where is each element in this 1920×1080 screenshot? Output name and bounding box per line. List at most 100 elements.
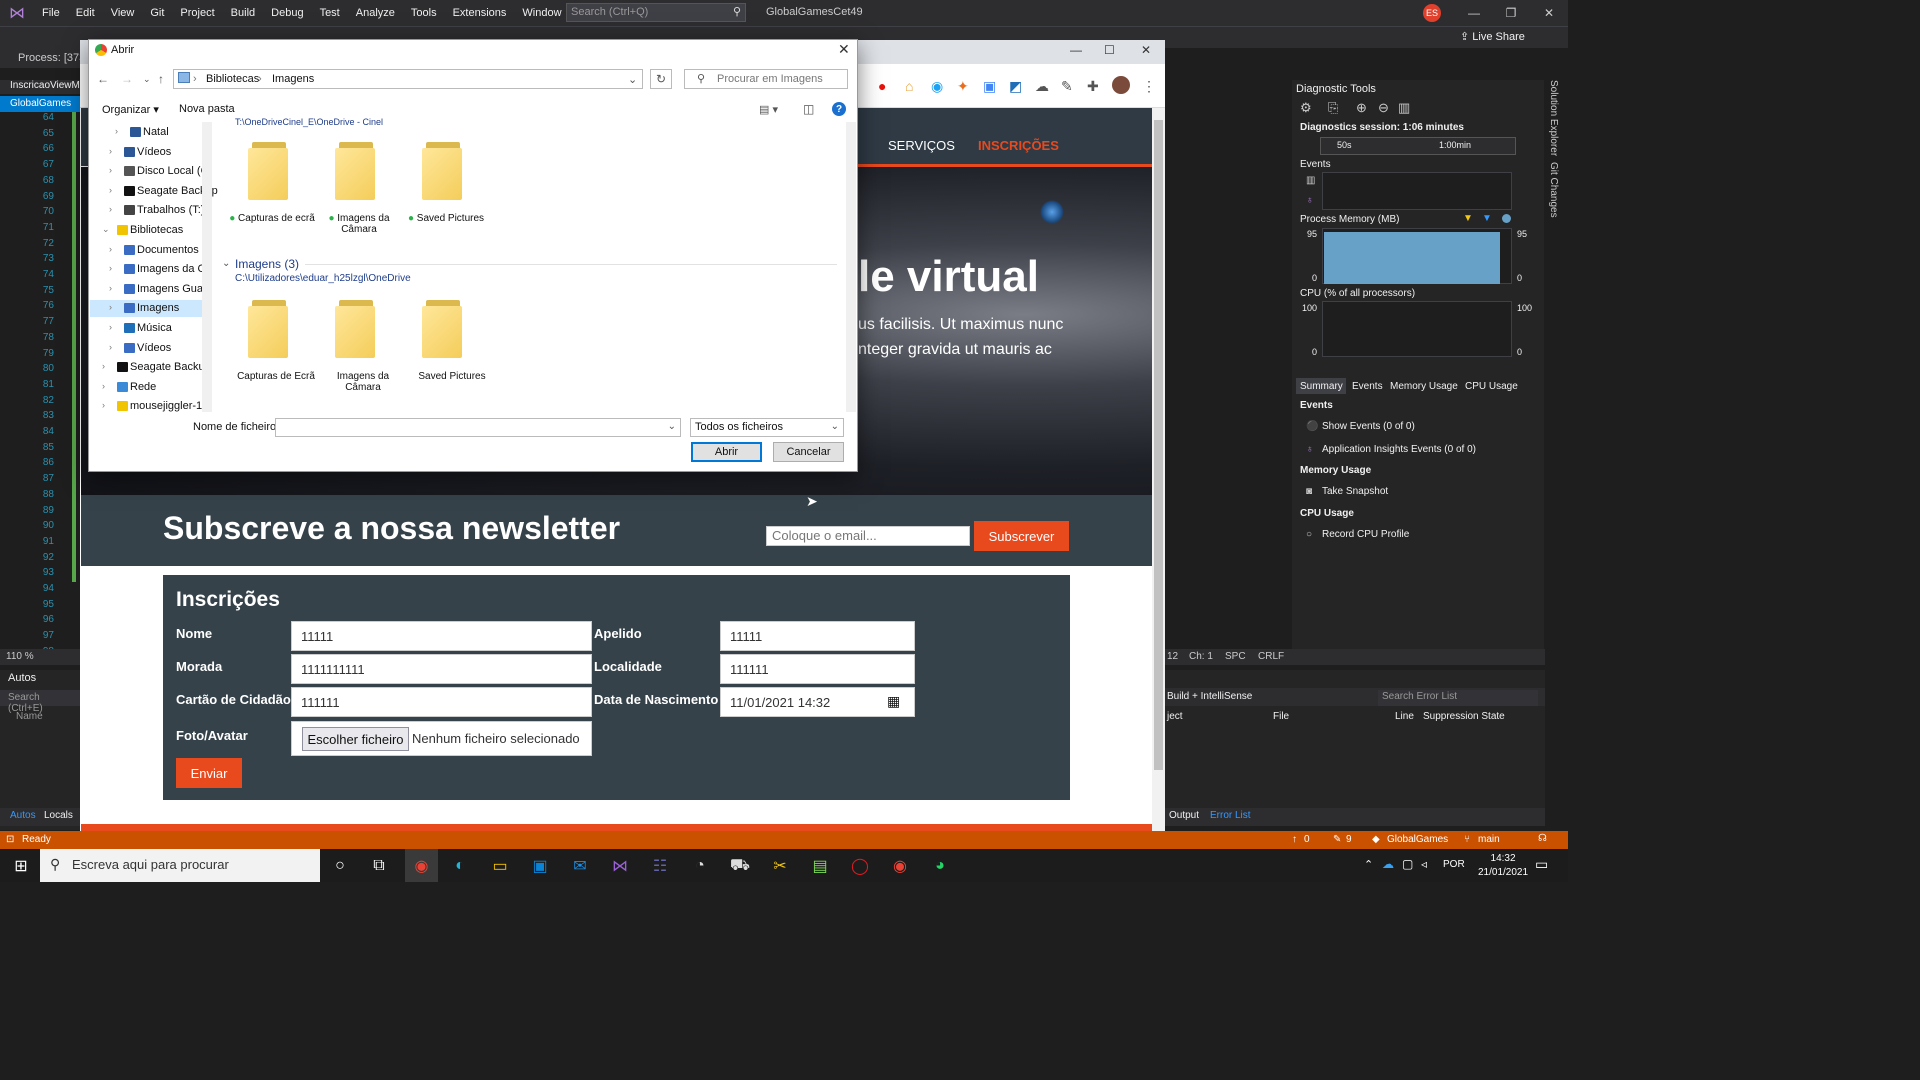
address-dropdown-icon[interactable]: ⌄ — [628, 73, 637, 86]
export-icon[interactable]: ⎘ — [1328, 100, 1338, 116]
take-snapshot-link[interactable]: Take Snapshot — [1322, 486, 1388, 497]
tab-autos[interactable]: Autos — [10, 810, 36, 821]
choose-file-button[interactable]: Escolher ficheiro — [302, 727, 409, 751]
network-icon[interactable]: ▢ — [1402, 857, 1413, 871]
task-view-icon[interactable]: ⧉ — [366, 853, 392, 879]
chrome-icon-2[interactable]: ◉ — [887, 853, 913, 879]
tree-item[interactable]: › Imagens Guarc — [109, 283, 212, 295]
visual-studio-icon[interactable]: ⋈ — [607, 853, 633, 879]
input-morada[interactable]: 1111111111 — [291, 654, 592, 684]
taskbar-search[interactable]: ⚲ Escreva aqui para procurar — [40, 849, 320, 882]
menu-test[interactable]: Test — [312, 0, 348, 26]
tree-item[interactable]: › Documentos — [109, 244, 199, 256]
translate-extension-icon[interactable]: ▣ — [983, 78, 996, 95]
filename-input[interactable]: ⌄ — [275, 418, 681, 437]
tree-item[interactable]: › Música — [109, 322, 172, 334]
tree-item[interactable]: › Rede — [102, 381, 156, 393]
folder-capturas-top[interactable] — [248, 142, 296, 200]
menu-window[interactable]: Window — [514, 0, 569, 26]
chevron-right-icon[interactable]: › — [109, 185, 112, 195]
col-line[interactable]: Line — [1395, 711, 1414, 722]
tab-output[interactable]: Output — [1169, 810, 1199, 821]
tab-error-list[interactable]: Error List — [1210, 810, 1251, 821]
action-center-icon[interactable]: ▭ — [1535, 856, 1548, 873]
file-explorer-icon[interactable]: ▭ — [487, 853, 513, 879]
col-project[interactable]: ject — [1167, 711, 1183, 722]
chevron-right-icon[interactable]: › — [102, 400, 105, 410]
menu-edit[interactable]: Edit — [68, 0, 103, 26]
store-icon[interactable]: ▣ — [527, 853, 553, 879]
document-tab[interactable]: InscricaoViewMo — [0, 80, 90, 94]
puzzle-extension-icon[interactable]: ✚ — [1087, 78, 1099, 95]
menu-extensions[interactable]: Extensions — [445, 0, 515, 26]
browser-minimize-icon[interactable]: — — [1070, 43, 1082, 57]
live-share-button[interactable]: ⇪ Live Share — [1460, 30, 1525, 43]
record-cpu-link[interactable]: Record CPU Profile — [1322, 529, 1409, 540]
browser-close-icon[interactable]: ✕ — [1141, 43, 1151, 57]
windows-start-icon[interactable]: ⊞ — [8, 853, 34, 879]
zoom-out-icon[interactable]: ⊖ — [1378, 100, 1389, 116]
dialog-close-icon[interactable]: ✕ — [838, 41, 850, 58]
cancel-button[interactable]: Cancelar — [773, 442, 844, 462]
tree-item[interactable]: › Seagate Backup — [102, 361, 211, 373]
chevron-right-icon[interactable]: › — [109, 263, 112, 273]
document-nav-dropdown[interactable]: GlobalGames — [0, 96, 90, 112]
app-icon-2[interactable]: ⛟ — [727, 853, 753, 879]
view-options-icon[interactable]: ▤ ▾ — [759, 103, 778, 116]
up-icon[interactable]: ↑ — [158, 72, 164, 86]
subscribe-button[interactable]: Subscrever — [974, 521, 1069, 551]
chevron-right-icon[interactable]: › — [109, 322, 112, 332]
chevron-right-icon[interactable]: › — [102, 361, 105, 371]
tab-locals[interactable]: Locals — [44, 810, 73, 821]
timeline-ruler[interactable]: 50s 1:00min — [1320, 137, 1516, 155]
settings-icon[interactable]: ⚙ — [1300, 100, 1312, 116]
filetype-select[interactable]: Todos os ficheiros ⌄ — [690, 418, 844, 437]
status-push-count[interactable]: 0 — [1304, 834, 1310, 845]
tree-item[interactable]: ⌄ Bibliotecas — [102, 224, 183, 236]
col-suppression[interactable]: Suppression State — [1423, 711, 1505, 722]
app-icon-3[interactable]: ✂ — [767, 853, 793, 879]
close-icon[interactable]: ✕ — [1530, 0, 1568, 26]
error-list-search[interactable]: Search Error List — [1378, 690, 1538, 706]
input-cartao[interactable]: 111111 — [291, 687, 592, 717]
side-tab-git-changes[interactable]: Git Changes — [1548, 162, 1559, 218]
tree-item[interactable]: › Disco Local (C: — [109, 165, 212, 177]
chevron-right-icon[interactable]: › — [109, 302, 112, 312]
avatar[interactable]: ES — [1423, 4, 1441, 22]
group-header-imagens[interactable]: Imagens (3) — [235, 257, 299, 271]
eyedropper-extension-icon[interactable]: ✎ — [1061, 78, 1073, 95]
menu-kebab-icon[interactable]: ⋮ — [1142, 78, 1156, 95]
tree-item[interactable]: › Vídeos — [109, 146, 171, 158]
menu-debug[interactable]: Debug — [263, 0, 311, 26]
autos-search-input[interactable]: Search (Ctrl+E) — [0, 690, 80, 714]
reset-zoom-icon[interactable]: ▥ — [1398, 100, 1410, 116]
calendar-icon[interactable]: ▦ — [887, 693, 900, 710]
tab-summary[interactable]: Summary — [1300, 381, 1343, 392]
input-localidade[interactable]: 111111 — [720, 654, 915, 684]
col-file[interactable]: File — [1273, 711, 1289, 722]
nav-link-inscricoes[interactable]: INSCRIÇÕES — [978, 138, 1059, 153]
preview-pane-icon[interactable]: ◫ — [803, 102, 814, 116]
breadcrumb-imagens[interactable]: Imagens — [272, 73, 314, 85]
language-indicator[interactable]: POR — [1443, 859, 1465, 870]
folder-imagens-camara-bottom[interactable] — [335, 300, 383, 358]
cortana-icon[interactable]: ○ — [327, 853, 353, 879]
folder-saved-pictures-bottom[interactable] — [422, 300, 470, 358]
submit-button[interactable]: Enviar — [176, 758, 242, 788]
minimize-icon[interactable]: — — [1455, 0, 1493, 26]
group-collapse-icon[interactable]: ⌄ — [222, 258, 230, 269]
chevron-right-icon[interactable]: › — [109, 146, 112, 156]
status-branch[interactable]: main — [1478, 834, 1500, 845]
tree-scrollbar[interactable] — [202, 122, 212, 412]
tree-item[interactable]: › Imagens da Câ — [109, 263, 212, 275]
vs-search-input[interactable]: Search (Ctrl+Q) ⚲ — [566, 3, 746, 22]
restore-icon[interactable]: ❐ — [1492, 0, 1530, 26]
chevron-right-icon[interactable]: › — [102, 381, 105, 391]
notification-icon[interactable]: ☊ — [1538, 833, 1547, 844]
status-repo[interactable]: GlobalGames — [1387, 834, 1448, 845]
input-nome[interactable]: 11111 — [291, 621, 592, 651]
organize-button[interactable]: Organizar ▾ — [102, 103, 159, 116]
open-button[interactable]: Abrir — [691, 442, 762, 462]
zoom-level[interactable]: 110 % — [0, 649, 90, 665]
main-scrollbar[interactable] — [846, 122, 856, 412]
